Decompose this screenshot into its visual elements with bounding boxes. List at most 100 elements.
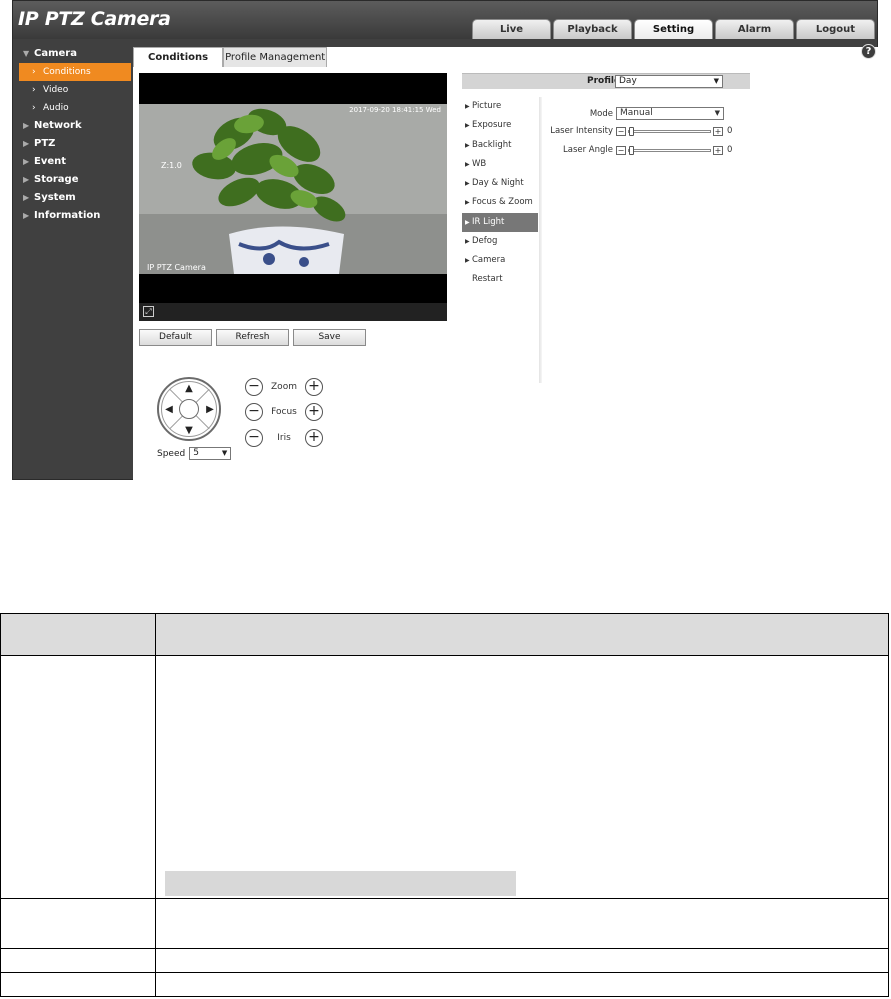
plant-image <box>139 104 447 274</box>
sidebar-item-label: Event <box>34 156 67 167</box>
arrow-left-icon[interactable]: ◀ <box>164 405 174 415</box>
menu-item-label: Day & Night <box>472 178 524 189</box>
arrow-up-icon[interactable]: ▲ <box>184 384 194 394</box>
slider-track[interactable] <box>628 126 711 136</box>
table-cell <box>155 948 889 973</box>
table-row <box>0 972 889 997</box>
table-cell <box>0 655 156 899</box>
sidebar-item-video[interactable]: › Video <box>13 81 133 99</box>
help-icon[interactable]: ? <box>861 44 876 59</box>
arrow-right-icon[interactable]: ▶ <box>205 405 215 415</box>
sidebar-item-event[interactable]: ▶ Event <box>13 153 133 171</box>
zoom-plus-button[interactable]: + <box>305 378 323 396</box>
tab-profile-management[interactable]: Profile Management <box>223 47 328 67</box>
tab-live[interactable]: Live <box>472 19 551 39</box>
speed-label: Speed <box>157 448 186 459</box>
slider-plus-button[interactable]: + <box>713 126 723 136</box>
focus-control: − Focus + <box>245 403 323 421</box>
slider-thumb[interactable] <box>629 145 634 155</box>
menu-item-label: Focus & Zoom <box>472 197 533 208</box>
bullet-triangle-icon: ▶ <box>465 238 470 246</box>
sidebar-item-camera[interactable]: ▼ Camera <box>13 45 133 63</box>
collapsed-triangle-icon: ▶ <box>23 157 30 166</box>
sidebar: ▼ Camera › Conditions › Video › Audio ▶ … <box>13 45 133 225</box>
menu-item-day-night[interactable]: ▶ Day & Night <box>462 174 538 193</box>
table-cell <box>155 898 889 949</box>
slider-minus-button[interactable]: − <box>616 145 626 155</box>
iris-label: Iris <box>277 433 291 443</box>
sidebar-item-system[interactable]: ▶ System <box>13 189 133 207</box>
menu-item-defog[interactable]: ▶ Defog <box>462 232 538 251</box>
tab-playback[interactable]: Playback <box>553 19 632 39</box>
save-button[interactable]: Save <box>293 329 366 346</box>
zoom-minus-button[interactable]: − <box>245 378 263 396</box>
mode-select[interactable]: Manual ▼ <box>616 107 724 120</box>
mode-value: Manual <box>620 108 653 118</box>
chevron-right-icon: › <box>32 67 36 77</box>
collapsed-triangle-icon: ▶ <box>23 193 30 202</box>
mode-row: Mode Manual ▼ <box>545 107 724 120</box>
speed-select[interactable]: 5 ▼ <box>189 447 232 460</box>
menu-item-label: Picture <box>472 101 502 111</box>
menu-divider <box>539 97 542 383</box>
sidebar-item-ptz[interactable]: ▶ PTZ <box>13 135 133 153</box>
table-header-row <box>0 613 889 656</box>
laser-intensity-slider[interactable]: − + 0 <box>616 126 732 136</box>
tab-logout[interactable]: Logout <box>796 19 875 39</box>
menu-item-wb[interactable]: ▶ WB <box>462 155 538 174</box>
profile-select[interactable]: Day ▼ <box>615 75 723 88</box>
iris-minus-button[interactable]: − <box>245 429 263 447</box>
tab-alarm[interactable]: Alarm <box>715 19 794 39</box>
video-toolbar: ⤢ <box>139 303 447 321</box>
menu-item-focus-zoom[interactable]: ▶ Focus & Zoom <box>462 193 538 212</box>
table-row <box>0 655 889 899</box>
video-timestamp: 2017-09-20 18:41:15 Wed <box>349 106 441 114</box>
highlight-bar <box>165 871 516 896</box>
tab-conditions[interactable]: Conditions <box>133 47 224 67</box>
sidebar-item-label: PTZ <box>34 138 56 149</box>
slider-plus-button[interactable]: + <box>713 145 723 155</box>
menu-item-picture[interactable]: ▶ Picture <box>462 97 538 116</box>
dropdown-caret-icon: ▼ <box>221 449 228 457</box>
bullet-triangle-icon: ▶ <box>465 218 470 226</box>
conditions-menu: ▶ Picture ▶ Exposure ▶ Backlight ▶ WB ▶ Day &… <box>462 97 538 284</box>
chevron-right-icon: › <box>32 103 36 113</box>
sidebar-item-conditions[interactable]: › Conditions <box>19 63 131 81</box>
default-button[interactable]: Default <box>139 329 212 346</box>
table-row <box>0 948 889 973</box>
menu-item-ir-light[interactable]: ▶ IR Light <box>462 212 538 233</box>
bullet-triangle-icon: ▶ <box>465 199 470 207</box>
bullet-triangle-icon: ▶ <box>465 257 470 265</box>
menu-item-exposure[interactable]: ▶ Exposure <box>462 116 538 135</box>
fullscreen-icon[interactable]: ⤢ <box>143 306 154 317</box>
sidebar-item-storage[interactable]: ▶ Storage <box>13 171 133 189</box>
menu-item-backlight[interactable]: ▶ Backlight <box>462 136 538 155</box>
menu-item-label: Backlight <box>472 139 512 150</box>
video-preview: 2017-09-20 18:41:15 Wed Z:1.0 IP PTZ Cam… <box>139 73 447 321</box>
ptz-direction-pad[interactable]: ▲ ▼ ◀ ▶ <box>157 377 221 441</box>
menu-item-camera-restart[interactable]: ▶ Camera Restart <box>462 251 538 284</box>
table-header-cell <box>0 613 156 656</box>
tab-setting[interactable]: Setting <box>634 19 713 39</box>
slider-minus-button[interactable]: − <box>616 126 626 136</box>
pad-center-button[interactable] <box>179 399 199 419</box>
slider-track[interactable] <box>628 145 711 155</box>
sidebar-item-label: Video <box>43 85 69 95</box>
table-header-cell <box>155 613 889 656</box>
speed-value: 5 <box>193 448 199 458</box>
bullet-triangle-icon: ▶ <box>465 103 470 110</box>
focus-minus-button[interactable]: − <box>245 403 263 421</box>
sidebar-item-network[interactable]: ▶ Network <box>13 117 133 135</box>
action-buttons: Default Refresh Save <box>139 329 366 346</box>
refresh-button[interactable]: Refresh <box>216 329 289 346</box>
mode-label: Mode <box>589 108 613 119</box>
arrow-down-icon[interactable]: ▼ <box>184 426 194 436</box>
laser-angle-slider[interactable]: − + 0 <box>616 145 732 155</box>
profile-value: Day <box>619 76 637 86</box>
laser-angle-row: Laser Angle − + 0 <box>545 145 732 155</box>
focus-plus-button[interactable]: + <box>305 403 323 421</box>
iris-plus-button[interactable]: + <box>305 429 323 447</box>
sidebar-item-information[interactable]: ▶ Information <box>13 207 133 225</box>
slider-thumb[interactable] <box>629 126 634 136</box>
sidebar-item-audio[interactable]: › Audio <box>13 99 133 117</box>
